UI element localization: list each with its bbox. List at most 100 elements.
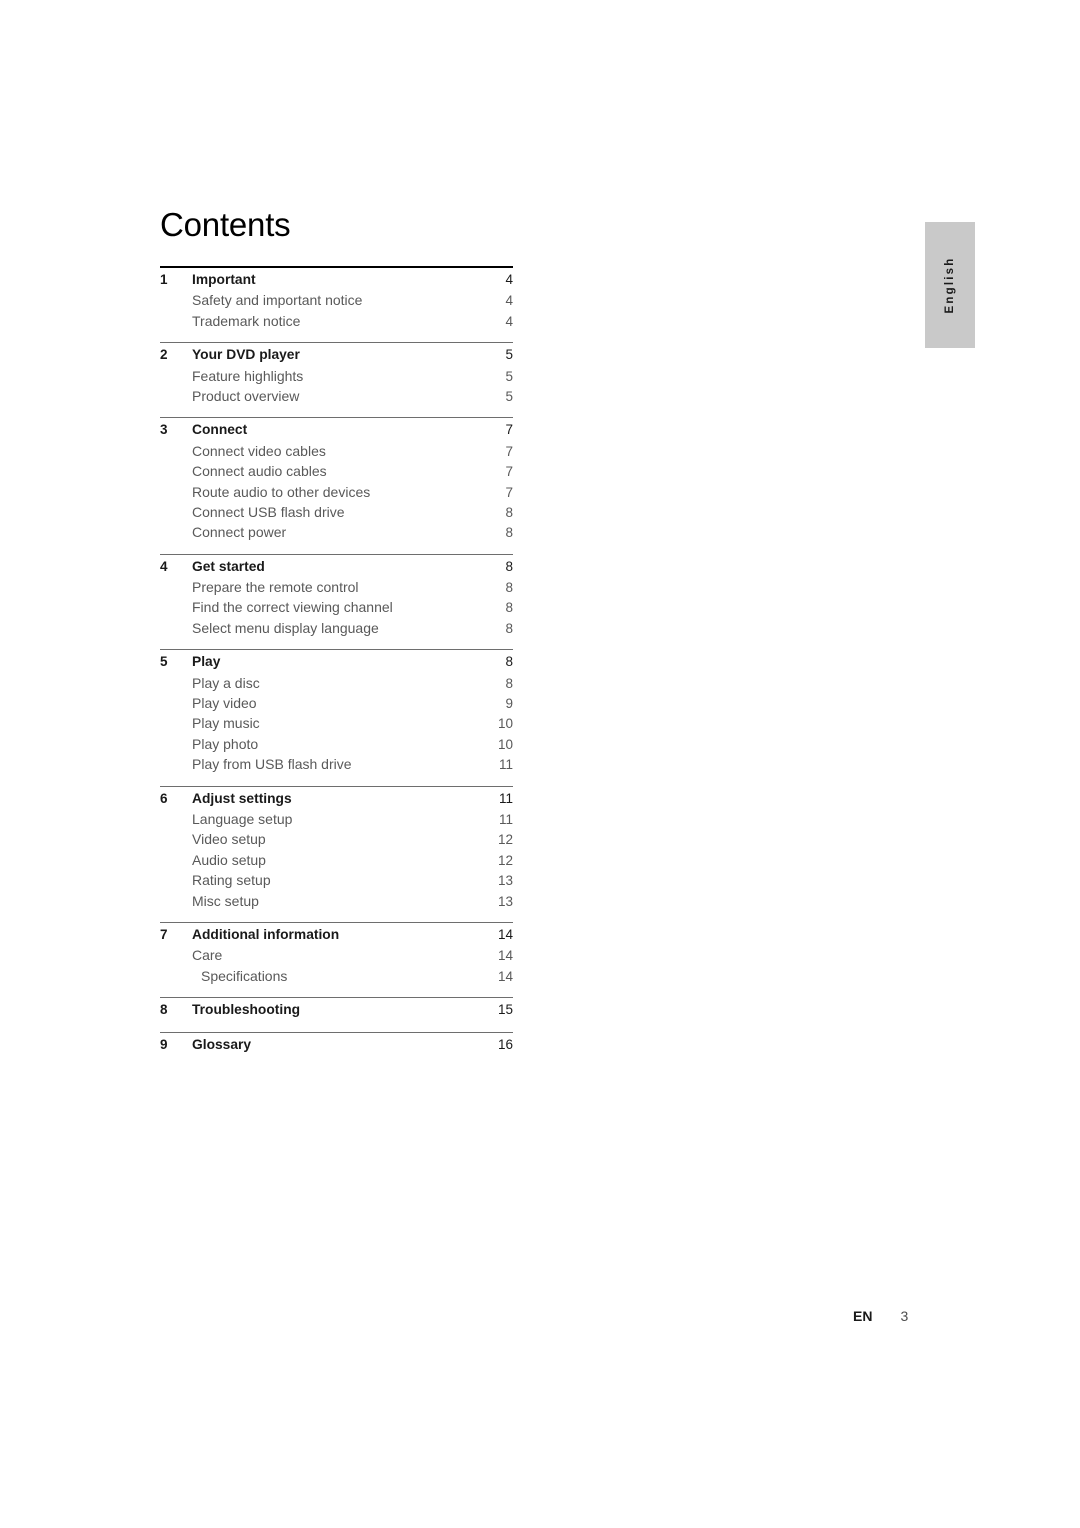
toc-section-page: 4 bbox=[505, 293, 513, 309]
toc-chapter-row[interactable]: 1 Important 4 bbox=[160, 272, 513, 292]
footer-language-code: EN bbox=[853, 1308, 873, 1324]
toc-section-label: Audio setup bbox=[192, 851, 266, 868]
toc-section-row[interactable]: Play photo 10 bbox=[160, 736, 513, 756]
toc-section-label: Play from USB flash drive bbox=[192, 756, 352, 773]
toc-section-label: Care bbox=[192, 947, 223, 964]
toc-chapter-number: 2 bbox=[160, 347, 168, 363]
toc-section-row[interactable]: Specifications 14 bbox=[160, 968, 513, 988]
toc-section-page: 7 bbox=[505, 443, 513, 459]
toc-section-page: 12 bbox=[497, 832, 513, 848]
toc-group: 5 Play 8 Play a disc 8 Play video 9 Play music 1… bbox=[160, 650, 513, 785]
toc-section-page: 14 bbox=[497, 948, 513, 964]
toc-section-row[interactable]: Care 14 bbox=[160, 947, 513, 967]
toc-chapter-number: 1 bbox=[160, 272, 168, 287]
toc-section-page: 13 bbox=[497, 893, 513, 909]
toc-chapter-label: Connect bbox=[192, 422, 248, 438]
toc-section-label: Connect video cables bbox=[192, 442, 326, 459]
toc-chapter-number: 6 bbox=[160, 790, 168, 806]
toc-chapter-row[interactable]: 8 Troubleshooting 15 bbox=[160, 1002, 513, 1022]
toc-section-label: Feature highlights bbox=[192, 367, 304, 384]
toc-chapter-page: 7 bbox=[505, 422, 513, 438]
toc-chapter-label: Adjust settings bbox=[192, 790, 292, 806]
toc-chapter-page: 14 bbox=[497, 926, 513, 942]
toc-section-row[interactable]: Play from USB flash drive 11 bbox=[160, 756, 513, 776]
toc-chapter-number: 5 bbox=[160, 654, 168, 670]
toc-section-page: 11 bbox=[498, 757, 513, 773]
toc-section-label: Specifications bbox=[201, 967, 288, 984]
toc-section-label: Connect power bbox=[192, 524, 287, 541]
toc-section-page: 11 bbox=[498, 811, 513, 827]
page-footer: EN 3 bbox=[853, 1308, 908, 1324]
toc-chapter-row[interactable]: 6 Adjust settings 11 bbox=[160, 791, 513, 811]
toc-section-row[interactable]: Rating setup 13 bbox=[160, 872, 513, 892]
toc-section-page: 5 bbox=[505, 368, 513, 384]
toc-section-row[interactable]: Connect audio cables 7 bbox=[160, 463, 513, 483]
toc-section-row[interactable]: Prepare the remote control 8 bbox=[160, 579, 513, 599]
toc-section-row[interactable]: Audio setup 12 bbox=[160, 852, 513, 872]
language-side-tab: English bbox=[925, 222, 975, 348]
toc-section-row[interactable]: Product overview 5 bbox=[160, 388, 513, 408]
toc-chapter-number: 9 bbox=[160, 1036, 168, 1052]
toc-section-label: Connect audio cables bbox=[192, 463, 327, 480]
toc-group: 8 Troubleshooting 15 bbox=[160, 998, 513, 1031]
toc-chapter-row[interactable]: 4 Get started 8 bbox=[160, 559, 513, 579]
toc-chapter-page: 11 bbox=[498, 790, 513, 806]
toc-section-page: 10 bbox=[497, 716, 513, 732]
toc-chapter-label: Additional information bbox=[192, 926, 340, 942]
toc-section-row[interactable]: Play a disc 8 bbox=[160, 675, 513, 695]
toc-chapter-page: 8 bbox=[505, 558, 513, 574]
toc-section-page: 8 bbox=[505, 620, 513, 636]
toc-section-page: 10 bbox=[497, 736, 513, 752]
toc-section-page: 14 bbox=[497, 968, 513, 984]
toc-section-label: Video setup bbox=[192, 831, 266, 848]
page-title: Contents bbox=[160, 206, 291, 243]
toc-section-page: 12 bbox=[497, 852, 513, 868]
language-side-tab-label: English bbox=[944, 256, 956, 314]
toc-chapter-row[interactable]: 3 Connect 7 bbox=[160, 422, 513, 442]
toc-chapter-page: 4 bbox=[505, 272, 513, 287]
toc-chapter-page: 5 bbox=[505, 347, 513, 363]
page-content: Contents 1 Important 4 Safety and important… bbox=[160, 206, 513, 1066]
toc-chapter-row[interactable]: 9 Glossary 16 bbox=[160, 1037, 513, 1057]
toc-section-row[interactable]: Language setup 11 bbox=[160, 811, 513, 831]
toc-section-row[interactable]: Trademark notice 4 bbox=[160, 313, 513, 333]
toc-chapter-page: 16 bbox=[497, 1036, 513, 1052]
toc-section-row[interactable]: Connect power 8 bbox=[160, 524, 513, 544]
toc-chapter-label: Play bbox=[192, 654, 221, 670]
toc-group: 2 Your DVD player 5 Feature highlights 5 Prod… bbox=[160, 343, 513, 417]
toc-section-label: Play photo bbox=[192, 735, 259, 752]
toc-section-label: Safety and important notice bbox=[192, 292, 363, 309]
toc-chapter-row[interactable]: 7 Additional information 14 bbox=[160, 927, 513, 947]
toc-section-label: Connect USB flash drive bbox=[192, 503, 345, 520]
toc-section-row[interactable]: Connect USB flash drive 8 bbox=[160, 504, 513, 524]
toc-section-page: 7 bbox=[505, 484, 513, 500]
toc-section-row[interactable]: Play music 10 bbox=[160, 715, 513, 735]
toc-chapter-label: Important bbox=[192, 272, 256, 287]
toc-section-label: Play a disc bbox=[192, 674, 260, 691]
toc-section-label: Language setup bbox=[192, 810, 293, 827]
toc-section-row[interactable]: Video setup 12 bbox=[160, 831, 513, 851]
toc-section-row[interactable]: Select menu display language 8 bbox=[160, 620, 513, 640]
toc-section-row[interactable]: Connect video cables 7 bbox=[160, 443, 513, 463]
toc-section-label: Rating setup bbox=[192, 872, 271, 889]
toc-section-page: 8 bbox=[505, 600, 513, 616]
toc-section-page: 8 bbox=[505, 525, 513, 541]
toc-chapter-label: Glossary bbox=[192, 1036, 252, 1052]
toc-section-page: 5 bbox=[505, 388, 513, 404]
toc-chapter-page: 8 bbox=[505, 654, 513, 670]
footer-page-number: 3 bbox=[900, 1308, 909, 1324]
toc-section-label: Misc setup bbox=[192, 892, 259, 909]
toc-section-row[interactable]: Play video 9 bbox=[160, 695, 513, 715]
toc-group: 6 Adjust settings 11 Language setup 11 Video … bbox=[160, 787, 513, 922]
toc-chapter-row[interactable]: 5 Play 8 bbox=[160, 654, 513, 674]
toc-section-row[interactable]: Feature highlights 5 bbox=[160, 368, 513, 388]
toc-chapter-row[interactable]: 2 Your DVD player 5 bbox=[160, 347, 513, 367]
toc-section-row[interactable]: Route audio to other devices 7 bbox=[160, 484, 513, 504]
toc-section-label: Prepare the remote control bbox=[192, 579, 359, 596]
toc-section-row[interactable]: Safety and important notice 4 bbox=[160, 292, 513, 312]
toc-section-page: 9 bbox=[505, 696, 513, 712]
toc-section-row[interactable]: Find the correct viewing channel 8 bbox=[160, 599, 513, 619]
toc-section-label: Route audio to other devices bbox=[192, 483, 371, 500]
toc-chapter-number: 3 bbox=[160, 422, 168, 438]
toc-section-row[interactable]: Misc setup 13 bbox=[160, 893, 513, 913]
